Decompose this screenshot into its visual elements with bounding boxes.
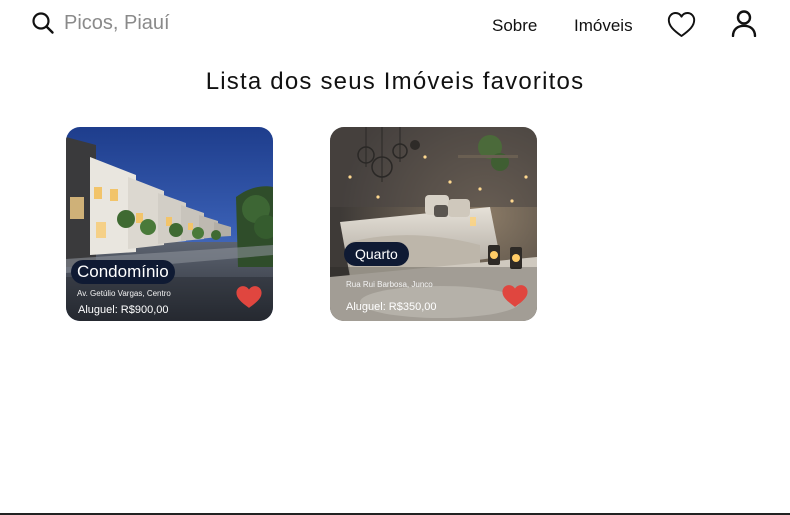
property-card[interactable]: Quarto Rua Rui Barbosa, Junco Aluguel: R… [330, 127, 537, 321]
property-card[interactable]: Condomínio Av. Getúlio Vargas, Centro Al… [66, 127, 273, 321]
property-address: Av. Getúlio Vargas, Centro [77, 289, 171, 298]
user-icon[interactable] [730, 9, 758, 37]
search-icon[interactable] [31, 11, 55, 35]
top-bar: Sobre Imóveis [0, 0, 790, 50]
nav-link-about[interactable]: Sobre [492, 16, 537, 36]
property-address: Rua Rui Barbosa, Junco [346, 280, 433, 289]
property-type-badge: Quarto [344, 242, 409, 266]
property-price: Aluguel: R$350,00 [346, 301, 437, 313]
search-input[interactable] [64, 8, 324, 38]
heart-filled-icon[interactable] [235, 285, 263, 309]
heart-outline-icon[interactable] [667, 11, 696, 38]
heart-filled-icon[interactable] [501, 284, 529, 308]
nav-link-properties[interactable]: Imóveis [574, 16, 633, 36]
page-title: Lista dos seus Imóveis favoritos [205, 68, 585, 95]
property-price: Aluguel: R$900,00 [78, 304, 169, 316]
property-type-badge: Condomínio [71, 260, 175, 284]
